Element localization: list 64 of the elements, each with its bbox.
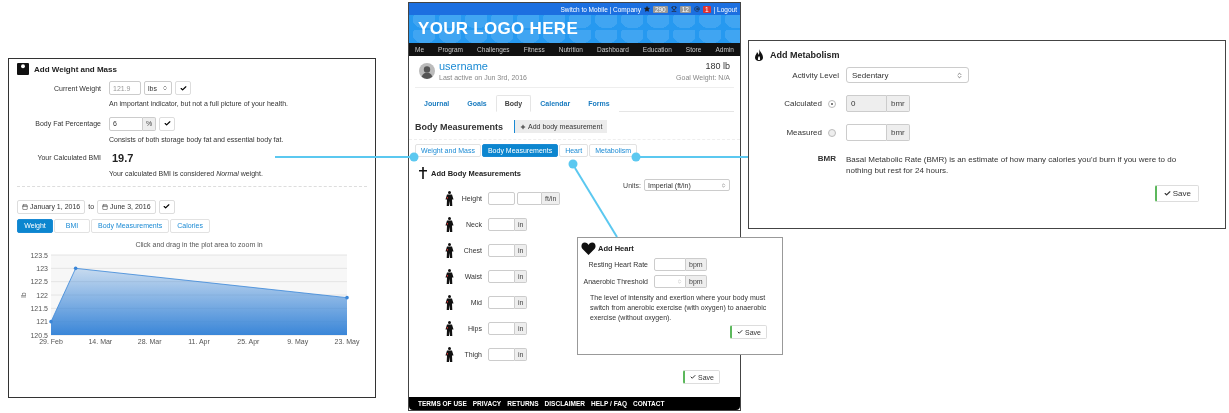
- body-figure-icon: [445, 217, 454, 232]
- term-label: BMR: [816, 154, 836, 163]
- body-figure-icon: [445, 269, 454, 284]
- radio-button[interactable]: [828, 99, 836, 108]
- data-point[interactable]: [73, 266, 78, 270]
- trophy-icon: [670, 6, 677, 12]
- check-icon: [1163, 190, 1171, 198]
- check-icon: [163, 120, 171, 128]
- bmi-value: 19.7: [112, 151, 134, 164]
- bmr-description: Basal Metabolic Rate (BMR) is an estimate of how many calories you'd burn if you were to do nothing but rest for 24 hours.: [846, 154, 1178, 177]
- data-point[interactable]: [49, 319, 53, 324]
- bmr-input[interactable]: 0: [846, 95, 887, 112]
- measure-input[interactable]: [488, 218, 515, 231]
- panel-title: Add Metabolism: [770, 50, 840, 60]
- inches-input[interactable]: [517, 192, 542, 205]
- measure-input[interactable]: [488, 244, 515, 257]
- panel-title: Add Weight and Mass: [34, 64, 117, 74]
- mention-icon: [694, 6, 700, 12]
- heart-icon: [581, 242, 596, 255]
- plus-icon: [520, 123, 527, 130]
- confirm-button[interactable]: [175, 81, 191, 95]
- current-weight: 180 lb: [705, 61, 730, 71]
- updown-icon: [721, 182, 726, 188]
- confirm-button[interactable]: [159, 116, 176, 131]
- measure-input[interactable]: [488, 270, 515, 283]
- updown-icon: [677, 279, 682, 284]
- unit-addon: bmr: [887, 124, 910, 141]
- star-icon: [643, 6, 650, 12]
- flame-icon: [755, 49, 763, 61]
- avatar-icon: [419, 63, 435, 79]
- check-icon: [163, 203, 171, 211]
- logo-text: YOUR LOGO HERE: [418, 19, 579, 39]
- measure-input[interactable]: [488, 296, 515, 309]
- feet-input[interactable]: [488, 192, 515, 205]
- body-figure-icon: [445, 321, 454, 336]
- activity-select[interactable]: Sedentary: [846, 67, 969, 83]
- option-label: Measured: [785, 128, 822, 137]
- calendar-icon: [102, 203, 109, 210]
- unit-addon: bmr: [887, 95, 910, 112]
- save-button[interactable]: Save: [1154, 185, 1199, 203]
- bpm-input[interactable]: [654, 275, 686, 288]
- username[interactable]: username: [439, 61, 527, 72]
- section-title: Body Measurements: [415, 121, 504, 132]
- body-figure-icon: [445, 191, 454, 206]
- option-label: Calculated: [783, 99, 822, 108]
- check-icon: [737, 329, 744, 336]
- body-figure-icon: [445, 347, 454, 362]
- bmr-input[interactable]: [846, 124, 887, 141]
- body-figure-icon: [445, 243, 454, 258]
- field-label: Activity Level: [791, 70, 839, 80]
- calendar-icon: [22, 203, 28, 210]
- body-figure-icon: [445, 295, 454, 310]
- check-icon: [179, 84, 187, 92]
- measure-input[interactable]: [488, 348, 515, 361]
- radio-button[interactable]: [828, 128, 836, 137]
- cross-icon: [419, 167, 427, 179]
- updown-icon: [956, 71, 963, 79]
- check-icon: [690, 374, 697, 380]
- confirm-button[interactable]: [158, 199, 175, 214]
- scale-icon: [17, 63, 29, 75]
- updown-icon: [162, 85, 168, 91]
- bpm-input[interactable]: [654, 258, 686, 271]
- measure-input[interactable]: [488, 322, 515, 335]
- data-point[interactable]: [345, 295, 349, 300]
